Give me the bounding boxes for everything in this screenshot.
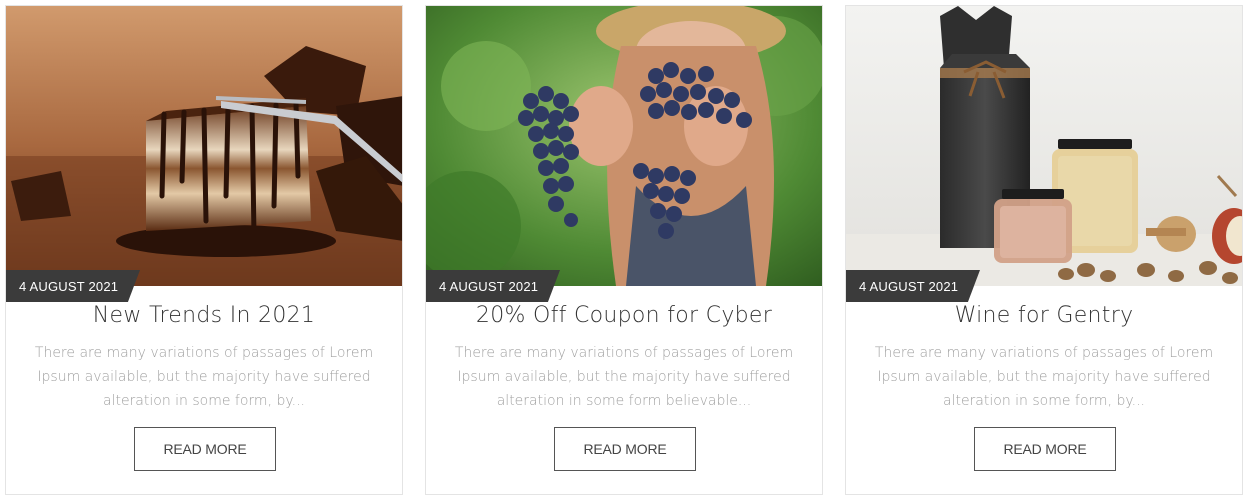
- read-more-button[interactable]: READ MORE: [974, 427, 1116, 471]
- honey-jars-image[interactable]: [846, 6, 1242, 286]
- post-excerpt: There are many variations of passages of…: [454, 345, 794, 409]
- post-excerpt: There are many variations of passages of…: [34, 345, 374, 409]
- blog-posts-grid: 4 AUGUST 2021 New Trends In 2021 There a…: [0, 0, 1252, 502]
- read-more-button[interactable]: READ MORE: [554, 427, 696, 471]
- post-date-tag: 4 AUGUST 2021: [426, 270, 560, 302]
- blog-card: 4 AUGUST 2021 New Trends In 2021 There a…: [5, 5, 403, 495]
- post-excerpt: There are many variations of passages of…: [874, 345, 1214, 409]
- blog-card: 4 AUGUST 2021 20% Off Coupon for Cyber T…: [425, 5, 823, 495]
- post-date-tag: 4 AUGUST 2021: [846, 270, 980, 302]
- post-title[interactable]: 20% Off Coupon for Cyber: [426, 303, 822, 328]
- chocolate-cake-image[interactable]: [6, 6, 402, 286]
- grapes-image[interactable]: [426, 6, 822, 286]
- blog-card: 4 AUGUST 2021 Wine for Gentry There are …: [845, 5, 1243, 495]
- post-title[interactable]: Wine for Gentry: [846, 303, 1242, 328]
- post-title[interactable]: New Trends In 2021: [6, 303, 402, 328]
- post-date-tag: 4 AUGUST 2021: [6, 270, 140, 302]
- read-more-button[interactable]: READ MORE: [134, 427, 276, 471]
